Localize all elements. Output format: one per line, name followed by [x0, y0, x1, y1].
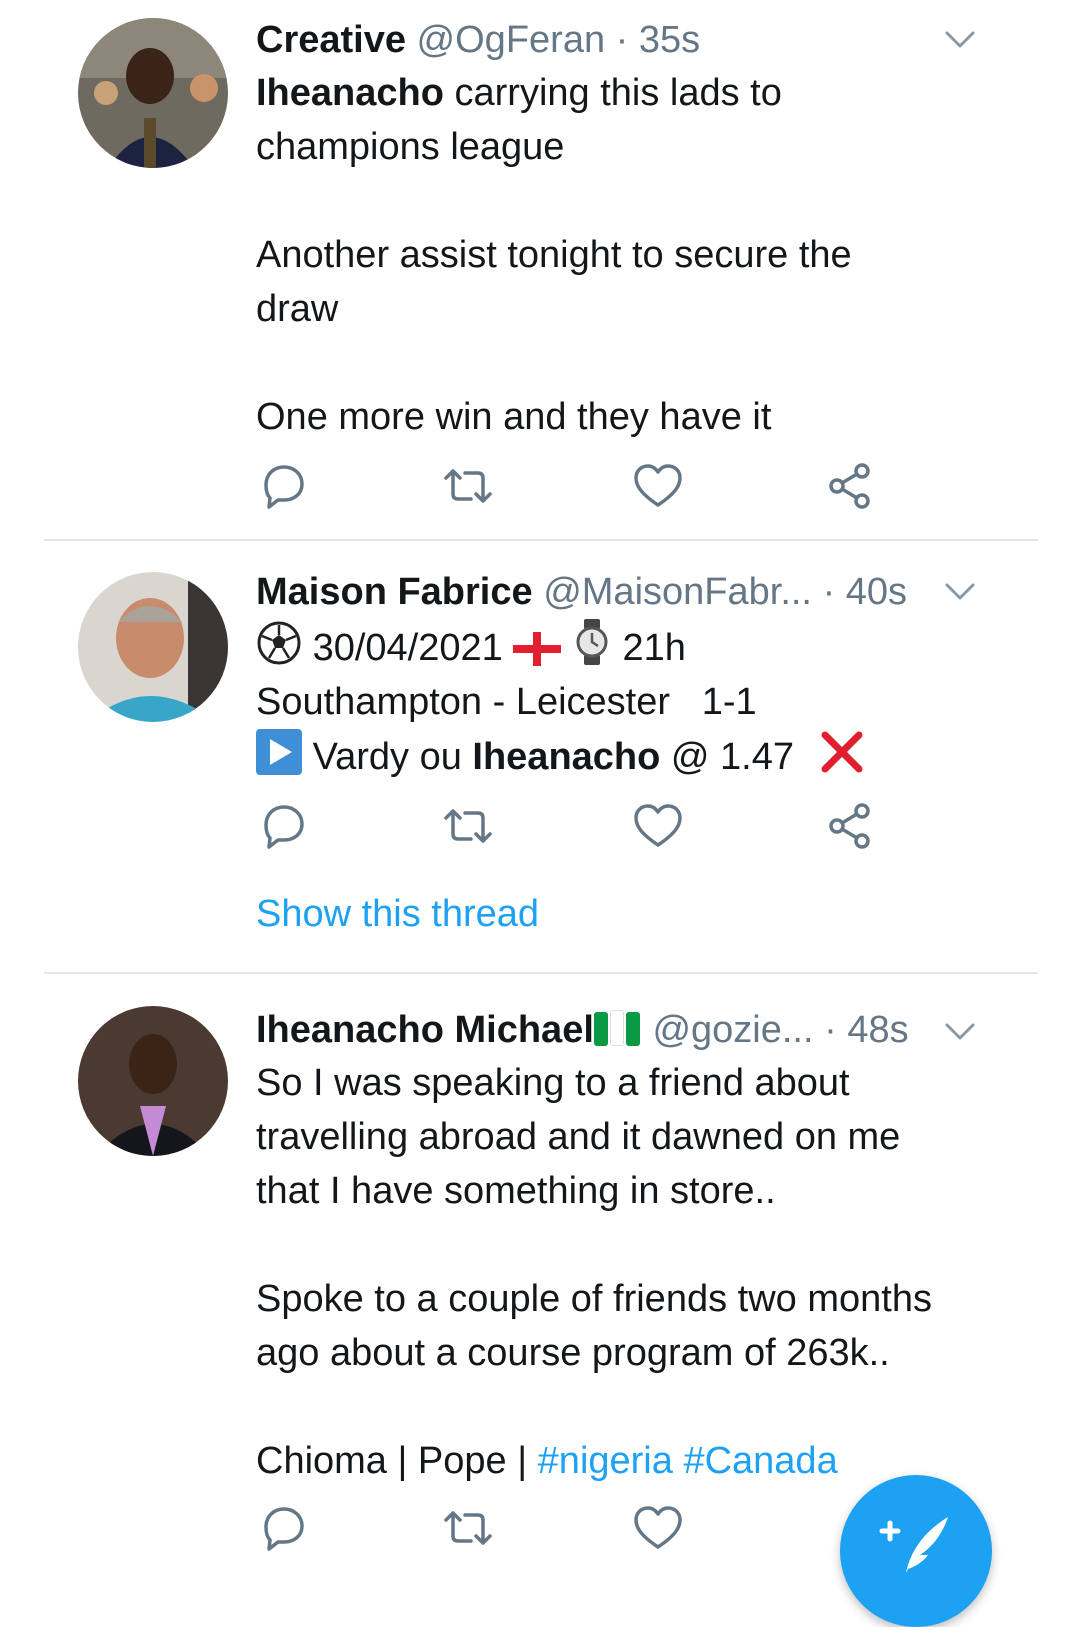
- like-icon: [634, 464, 682, 507]
- share-button[interactable]: [822, 458, 878, 514]
- match-date: 30/04/2021: [312, 627, 503, 669]
- author-name[interactable]: Iheanacho Michael: [256, 1009, 594, 1051]
- tweet-text-line: travelling abroad and it dawned on me: [256, 1116, 901, 1158]
- share-icon: [829, 463, 870, 509]
- author-handle[interactable]: @OgFeran: [417, 19, 606, 61]
- england-flag-icon: [513, 632, 562, 666]
- play-button-icon: [256, 729, 302, 775]
- separator-dot: ·: [822, 571, 836, 613]
- compose-tweet-icon: [879, 1517, 948, 1573]
- tweet-text-line: One more win and they have it: [256, 396, 772, 438]
- hashtag-link[interactable]: #Canada: [683, 1440, 837, 1482]
- tweet-text-line: So I was speaking to a friend about: [256, 1062, 850, 1104]
- timestamp[interactable]: 48s: [847, 1009, 908, 1051]
- tweet-text-bold: Iheanacho: [256, 72, 444, 114]
- tweet-actions: [256, 1500, 916, 1560]
- tweet-text-line: Spoke to a couple of friends two months: [256, 1278, 932, 1320]
- tweet-text: 30/04/2021 21h Southampton - Leicester 1…: [256, 618, 1010, 784]
- like-button[interactable]: [630, 458, 686, 514]
- avatar[interactable]: [78, 1006, 228, 1156]
- reply-icon: [264, 465, 304, 509]
- tweet-text-line: Chioma | Pope |: [256, 1440, 538, 1482]
- avatar[interactable]: [78, 572, 228, 722]
- tweet-text-line: ago about a course program of 263k..: [256, 1332, 890, 1374]
- reply-icon: [264, 1507, 304, 1551]
- bet-pick: Vardy ou: [312, 736, 473, 778]
- tweet-actions: [256, 798, 916, 858]
- compose-tweet-button[interactable]: [840, 1475, 992, 1627]
- tweet-text-line: draw: [256, 288, 339, 330]
- soccer-ball-icon: [257, 621, 301, 665]
- reply-icon: [264, 805, 304, 849]
- tweet-text: So I was speaking to a friend about trav…: [256, 1056, 1010, 1488]
- retweet-button[interactable]: [440, 1500, 496, 1556]
- watch-icon: [576, 619, 608, 665]
- bet-pick-bold: Iheanacho: [472, 736, 661, 778]
- bet-odds: @ 1.47: [660, 736, 795, 778]
- retweet-icon: [444, 809, 492, 843]
- share-icon: [829, 803, 870, 849]
- author-handle[interactable]: @gozie...: [652, 1009, 813, 1051]
- hashtag-link[interactable]: #nigeria: [538, 1440, 673, 1482]
- show-thread-link[interactable]: Show this thread: [256, 888, 539, 940]
- cross-mark-icon: [821, 731, 863, 773]
- reply-button[interactable]: [256, 798, 312, 854]
- divider: [44, 539, 1038, 541]
- avatar[interactable]: [78, 18, 228, 168]
- tweet-text-line: that I have something in store..: [256, 1170, 776, 1212]
- like-button[interactable]: [630, 1500, 686, 1556]
- match-time: 21h: [622, 627, 686, 669]
- retweet-icon: [444, 1511, 492, 1545]
- reply-button[interactable]: [256, 1500, 312, 1556]
- timestamp[interactable]: 40s: [846, 571, 907, 613]
- chevron-down-icon[interactable]: [942, 574, 978, 610]
- retweet-button[interactable]: [440, 458, 496, 514]
- like-button[interactable]: [630, 798, 686, 854]
- tweet-text-line: champions league: [256, 126, 565, 168]
- separator-dot: ·: [824, 1009, 837, 1051]
- divider: [44, 972, 1038, 974]
- timestamp[interactable]: 35s: [639, 19, 700, 61]
- tweet-text-line: carrying this lads to: [443, 72, 782, 114]
- tweet-text: Iheanacho carrying this lads to champion…: [256, 66, 1010, 444]
- tweet-actions: [256, 458, 916, 518]
- chevron-down-icon[interactable]: [942, 22, 978, 58]
- match-score: 1-1: [701, 681, 757, 723]
- separator-dot: ·: [615, 19, 629, 61]
- author-handle[interactable]: @MaisonFabr...: [543, 571, 812, 613]
- like-icon: [634, 804, 682, 847]
- like-icon: [634, 1506, 682, 1549]
- share-button[interactable]: [822, 798, 878, 854]
- tweet-text-line: Another assist tonight to secure the: [256, 234, 852, 276]
- retweet-icon: [444, 469, 492, 503]
- author-name[interactable]: Creative: [256, 19, 406, 61]
- match-teams: Southampton - Leicester: [256, 681, 671, 723]
- retweet-button[interactable]: [440, 798, 496, 854]
- author-name[interactable]: Maison Fabrice: [256, 571, 533, 613]
- nigeria-flag-icon: [593, 1009, 642, 1051]
- reply-button[interactable]: [256, 458, 312, 514]
- chevron-down-icon[interactable]: [942, 1014, 978, 1050]
